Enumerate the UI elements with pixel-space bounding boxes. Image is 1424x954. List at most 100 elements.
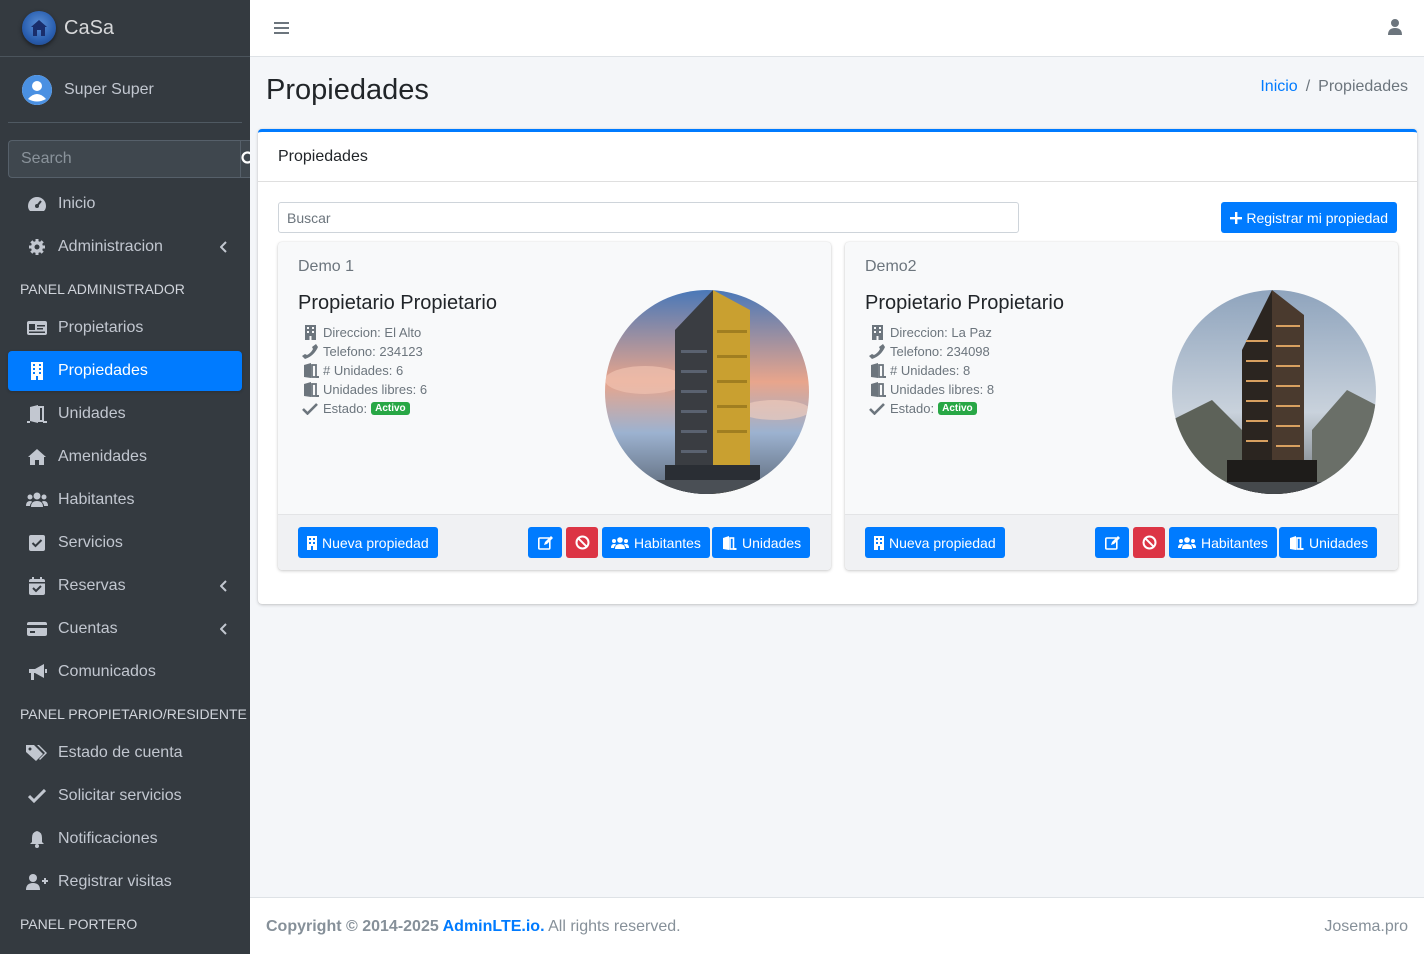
- sidebar: CaSa Super Super Inicio Administracion P…: [0, 0, 250, 954]
- sidebar-item-label: Habitantes: [58, 491, 135, 508]
- users-icon: [26, 490, 48, 510]
- sidebar-item-label: Registrar visitas: [58, 873, 172, 890]
- sidebar-item-servicios[interactable]: Servicios: [8, 523, 242, 563]
- sidebar-item-habitantes[interactable]: Habitantes: [8, 480, 242, 520]
- nav-header-residente: PANEL PROPIETARIO/RESIDENTE: [20, 706, 247, 722]
- bell-icon: [26, 829, 48, 849]
- nav-header-portero: PANEL PORTERO: [20, 916, 138, 932]
- door-open-icon: [723, 535, 737, 550]
- property-card-footer: Nueva propiedad Habitantes Unidades: [845, 514, 1398, 570]
- door-open-icon: [1290, 535, 1304, 550]
- property-card: Demo2 Propietario Propietario Direccion:…: [845, 242, 1398, 570]
- brand-link[interactable]: CaSa: [0, 0, 250, 57]
- phone-icon: [867, 344, 887, 359]
- property-name: Demo2: [865, 258, 917, 275]
- sidebar-item-label: Solicitar servicios: [58, 787, 182, 804]
- disable-button[interactable]: [1133, 527, 1165, 558]
- chevron-left-icon: [219, 240, 228, 258]
- unidades-button[interactable]: Unidades: [1279, 527, 1378, 558]
- nueva-propiedad-label: Nueva propiedad: [889, 534, 996, 551]
- sidebar-item-propietarios[interactable]: Propietarios: [8, 308, 242, 348]
- sidebar-item-label: Propietarios: [58, 319, 144, 336]
- sidebar-item-comunicados[interactable]: Comunicados: [8, 652, 242, 692]
- nueva-propiedad-button[interactable]: Nueva propiedad: [865, 527, 1005, 558]
- nueva-propiedad-button[interactable]: Nueva propiedad: [298, 527, 438, 558]
- property-owner: Propietario Propietario: [298, 292, 497, 314]
- sidebar-item-propiedades[interactable]: Propiedades: [8, 351, 242, 391]
- edit-icon: [1104, 535, 1120, 550]
- sidebar-search-input[interactable]: [8, 140, 240, 178]
- property-unidades: # Unidades: 6: [323, 363, 404, 378]
- sidebar-item-amenidades[interactable]: Amenidades: [8, 437, 242, 477]
- status-badge: Activo: [371, 402, 410, 415]
- property-card-footer: Nueva propiedad Habitantes Unidades: [278, 514, 831, 570]
- search-icon: [241, 151, 250, 164]
- property-telefono: Telefono: 234098: [890, 344, 990, 359]
- sidebar-item-label: Reservas: [58, 577, 126, 594]
- sidebar-item-cuentas[interactable]: Cuentas: [8, 609, 242, 649]
- property-direccion: Direccion: La Paz: [890, 325, 992, 340]
- sidebar-item-registrar-visitas[interactable]: Registrar visitas: [8, 862, 242, 902]
- house-logo-icon: [22, 11, 56, 45]
- sidebar-item-inicio[interactable]: Inicio: [8, 184, 242, 224]
- check-icon: [300, 402, 320, 415]
- edit-button[interactable]: [528, 527, 562, 558]
- unidades-button[interactable]: Unidades: [712, 527, 811, 558]
- top-navbar: [250, 0, 1424, 57]
- sidebar-item-unidades[interactable]: Unidades: [8, 394, 242, 434]
- sidebar-item-solicitar-servicios[interactable]: Solicitar servicios: [8, 776, 242, 816]
- breadcrumb-current: Propiedades: [1318, 78, 1408, 95]
- sidebar-item-label: Unidades: [58, 405, 126, 422]
- building-icon: [307, 535, 317, 550]
- habitantes-button[interactable]: Habitantes: [602, 527, 710, 558]
- home-icon: [26, 447, 48, 467]
- door-open-icon: [867, 382, 887, 397]
- unidades-label: Unidades: [742, 534, 802, 551]
- property-card: Demo 1 Propietario Propietario Direccion…: [278, 242, 831, 570]
- breadcrumb: Inicio / Propiedades: [1260, 78, 1408, 96]
- edit-button[interactable]: [1095, 527, 1129, 558]
- card-title: Propiedades: [258, 132, 1417, 182]
- page-title: Propiedades: [266, 74, 429, 106]
- users-icon: [1178, 536, 1196, 549]
- chevron-left-icon: [219, 622, 228, 640]
- sidebar-item-administracion[interactable]: Administracion: [8, 227, 242, 267]
- breadcrumb-inicio-link[interactable]: Inicio: [1260, 78, 1297, 96]
- property-direccion: Direccion: El Alto: [323, 325, 422, 340]
- hamburger-icon[interactable]: [274, 21, 289, 40]
- door-open-icon: [300, 382, 320, 397]
- footer-copyright: Copyright © 2014-2025 AdminLTE.io. All r…: [266, 918, 681, 936]
- ban-icon: [1142, 535, 1156, 550]
- habitantes-label: Habitantes: [634, 534, 701, 551]
- user-icon[interactable]: [1388, 19, 1402, 40]
- sidebar-search: [8, 140, 250, 178]
- sidebar-item-label: Inicio: [58, 195, 96, 212]
- habitantes-button[interactable]: Habitantes: [1169, 527, 1277, 558]
- disable-button[interactable]: [566, 527, 598, 558]
- sidebar-item-label: Notificaciones: [58, 830, 158, 847]
- user-plus-icon: [26, 872, 48, 892]
- property-image: [1172, 290, 1376, 494]
- registrar-propiedad-button[interactable]: Registrar mi propiedad: [1221, 202, 1397, 233]
- sidebar-item-label: Cuentas: [58, 620, 118, 637]
- door-open-icon: [867, 363, 887, 378]
- check-icon: [867, 402, 887, 415]
- content-header: Propiedades Inicio / Propiedades: [266, 72, 1408, 112]
- status-badge: Activo: [938, 402, 977, 415]
- sidebar-item-estado-cuenta[interactable]: Estado de cuenta: [8, 733, 242, 773]
- sidebar-item-label: Amenidades: [58, 448, 147, 465]
- sidebar-item-reservas[interactable]: Reservas: [8, 566, 242, 606]
- nueva-propiedad-label: Nueva propiedad: [322, 534, 429, 551]
- property-unidades: # Unidades: 8: [890, 363, 971, 378]
- sidebar-item-label: Estado de cuenta: [58, 744, 183, 761]
- building-icon: [26, 361, 48, 381]
- adminlte-link[interactable]: AdminLTE.io.: [443, 918, 545, 935]
- buscar-input[interactable]: [278, 202, 1019, 233]
- building-icon: [300, 325, 320, 340]
- rights-text: All rights reserved.: [548, 918, 681, 935]
- credit-card-icon: [26, 619, 48, 639]
- sidebar-item-notificaciones[interactable]: Notificaciones: [8, 819, 242, 859]
- sidebar-search-button[interactable]: [240, 140, 250, 178]
- sidebar-nav: Inicio Administracion PANEL ADMINISTRADO…: [0, 184, 250, 943]
- user-panel[interactable]: Super Super: [8, 57, 242, 123]
